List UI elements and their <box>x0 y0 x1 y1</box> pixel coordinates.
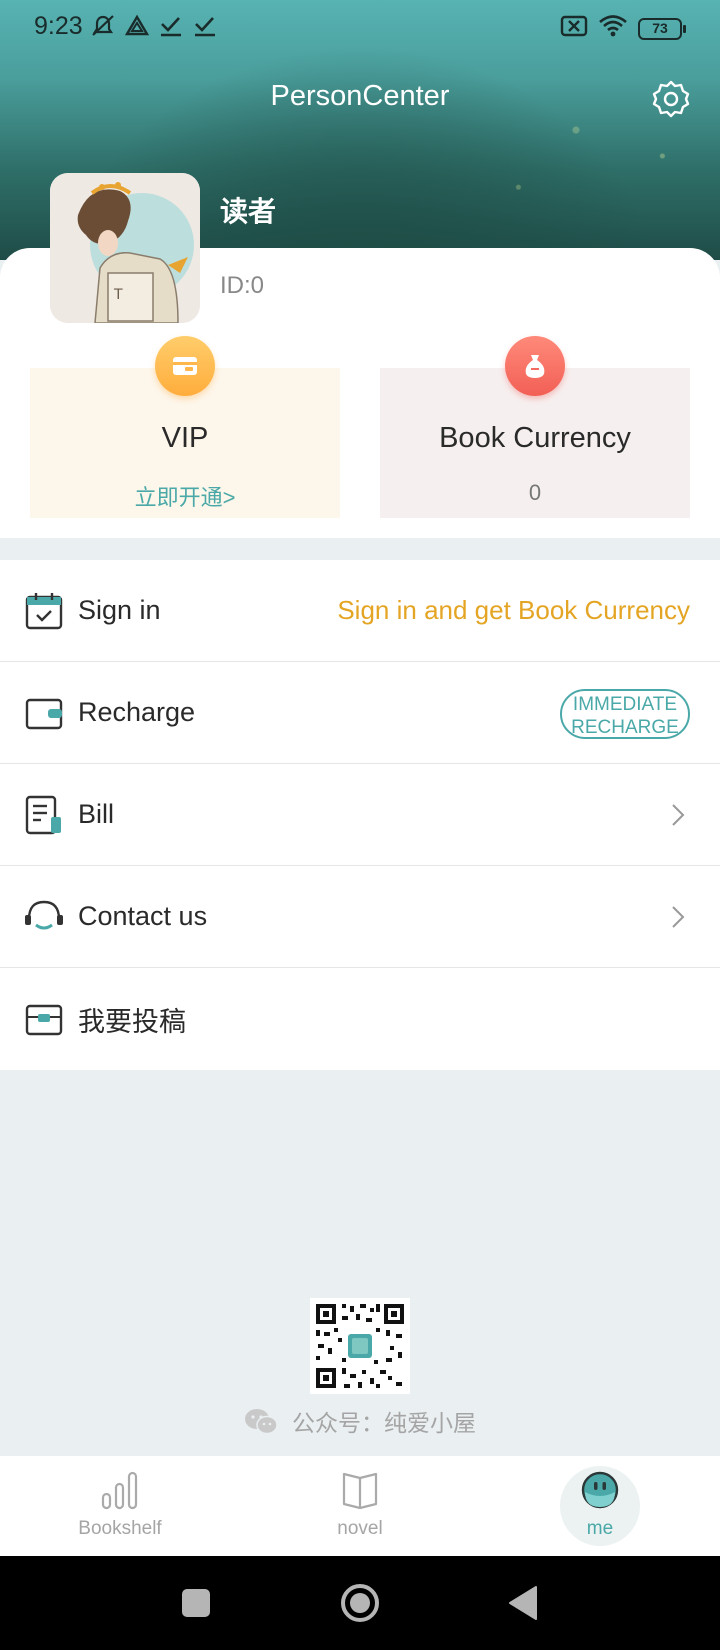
qr-code <box>310 1298 410 1394</box>
wifi-icon <box>598 14 628 43</box>
tab-me[interactable]: me <box>520 1456 680 1556</box>
menu-item-bill[interactable]: Bill <box>0 764 720 866</box>
open-book-icon <box>340 1470 380 1510</box>
menu-label-submit: 我要投稿 <box>78 1006 186 1037</box>
menu-item-submit-manuscript[interactable]: 我要投稿 <box>0 968 720 1070</box>
check-icon <box>158 14 184 38</box>
menu-item-recharge[interactable]: Recharge IMMEDIATE RECHARGE <box>0 662 720 764</box>
tab-bookshelf[interactable]: Bookshelf <box>40 1456 200 1556</box>
home-icon[interactable] <box>340 1583 380 1623</box>
recharge-button-line1: IMMEDIATE <box>572 694 678 715</box>
recents-icon[interactable] <box>176 1583 216 1623</box>
chevron-right-icon <box>664 904 690 930</box>
status-time: 9:23 <box>34 12 83 40</box>
immediate-recharge-button[interactable]: IMMEDIATE RECHARGE <box>560 689 690 739</box>
wechat-account-line: 公众号：纯爱小屋 <box>0 1404 720 1442</box>
book-currency-card[interactable]: Book Currency 0 <box>380 336 690 518</box>
vip-activate-link[interactable]: 立即开通> <box>30 480 340 512</box>
menu-label-recharge: Recharge <box>78 697 196 727</box>
bookshelf-icon <box>100 1470 140 1510</box>
sign-in-reward-text[interactable]: Sign in and get Book Currency <box>337 595 690 626</box>
headset-icon <box>24 897 64 937</box>
calendar-icon <box>24 591 64 631</box>
back-icon[interactable] <box>504 1583 544 1623</box>
vip-card-icon <box>155 336 215 396</box>
menu-item-sign-in[interactable]: Sign in Sign in and get Book Currency <box>0 560 720 662</box>
book-currency-value: 0 <box>528 480 542 505</box>
status-bar: 9:23 73 <box>0 0 720 54</box>
bottom-nav: Bookshelf novel me <box>0 1456 720 1556</box>
tab-novel-label: novel <box>337 1518 383 1539</box>
settings-gear-icon[interactable] <box>652 80 690 118</box>
menu-label-bill: Bill <box>78 799 115 829</box>
vip-card[interactable]: VIP 立即开通> <box>30 336 340 518</box>
menu-list: Sign in Sign in and get Book Currency Re… <box>0 560 720 1070</box>
wallet-icon <box>24 693 64 733</box>
tab-novel[interactable]: novel <box>280 1456 440 1556</box>
wechat-account-text: 公众号：纯爱小屋 <box>292 1410 476 1436</box>
sim-off-icon <box>560 15 588 42</box>
recharge-button-line2: RECHARGE <box>571 717 679 738</box>
chevron-right-icon <box>664 802 690 828</box>
book-currency-title: Book Currency <box>439 422 631 454</box>
check-icon <box>192 14 218 38</box>
menu-item-contact-us[interactable]: Contact us <box>0 866 720 968</box>
avatar[interactable]: T <box>50 173 200 323</box>
wechat-icon <box>244 1408 278 1442</box>
tab-bookshelf-label: Bookshelf <box>78 1518 162 1539</box>
menu-label-sign-in: Sign in <box>78 595 161 625</box>
sync-icon <box>124 14 150 38</box>
menu-label-contact-us: Contact us <box>78 901 208 931</box>
me-face-icon <box>580 1470 620 1510</box>
mute-icon <box>90 14 116 38</box>
user-id: ID:0 <box>220 272 265 299</box>
vip-title: VIP <box>161 422 209 454</box>
money-bag-icon <box>505 336 565 396</box>
briefcase-icon <box>24 999 64 1039</box>
page-title: PersonCenter <box>270 80 450 112</box>
bill-icon <box>24 795 64 835</box>
tab-me-label: me <box>586 1518 614 1539</box>
svg-text:T: T <box>113 287 123 303</box>
system-nav-bar <box>0 1556 720 1650</box>
battery-icon: 73 <box>638 17 686 40</box>
username: 读者 <box>220 196 277 227</box>
